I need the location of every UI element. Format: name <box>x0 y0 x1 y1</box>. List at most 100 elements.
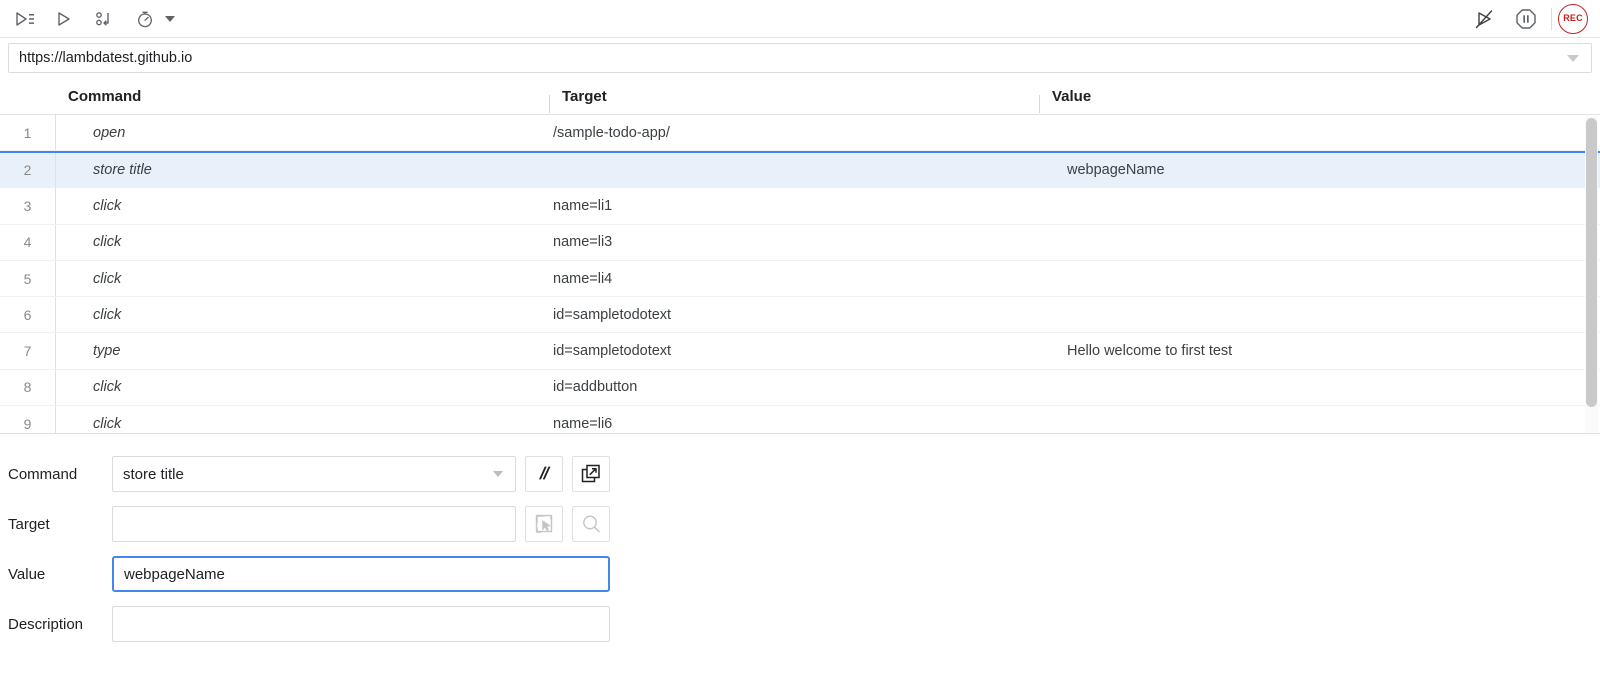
row-gutter-divider <box>55 153 56 188</box>
cell-target[interactable]: id=addbutton <box>549 379 1039 395</box>
base-url-input[interactable]: https://lambdatest.github.io <box>9 50 1567 66</box>
description-field-row: Description <box>0 606 1600 642</box>
value-field-row: Value <box>0 556 1600 592</box>
table-row[interactable]: 8 click id=addbutton <box>0 369 1600 407</box>
table-row[interactable]: 5 click name=li4 <box>0 260 1600 298</box>
step-icon <box>96 11 109 26</box>
external-link-icon <box>581 464 600 483</box>
cell-command[interactable]: open <box>55 125 549 141</box>
cell-target[interactable]: name=li6 <box>549 416 1039 432</box>
value-input[interactable] <box>112 556 610 592</box>
row-gutter-divider <box>55 188 56 224</box>
cell-value[interactable]: webpageName <box>1039 162 1600 178</box>
play-icon <box>58 11 70 26</box>
table-bottom-border <box>0 433 1600 434</box>
table-row[interactable]: 2 store title webpageName <box>0 151 1600 189</box>
record-button-label: REC <box>1563 13 1583 23</box>
command-label: Command <box>8 465 78 483</box>
row-number: 7 <box>23 343 32 360</box>
base-url-combobox[interactable]: https://lambdatest.github.io <box>8 43 1592 73</box>
cell-value[interactable]: Hello welcome to first test <box>1039 343 1600 359</box>
run-all-tests-button[interactable] <box>6 4 44 34</box>
row-gutter-divider <box>55 297 56 333</box>
row-number: 8 <box>23 379 32 396</box>
pause-button[interactable] <box>1507 4 1545 34</box>
command-field-row: Command store title // <box>0 456 1600 492</box>
step-over-button[interactable] <box>86 4 124 34</box>
table-row[interactable]: 3 click name=li1 <box>0 188 1600 225</box>
row-number: 1 <box>23 124 32 141</box>
cell-command[interactable]: click <box>55 379 549 395</box>
table-body: 1 open/sample-todo-app/2 store title webpag… <box>0 115 1600 434</box>
command-select[interactable]: store title <box>112 456 516 492</box>
chevron-down-icon[interactable] <box>165 15 175 22</box>
cell-command[interactable]: click <box>55 307 549 323</box>
command-select-value: store title <box>123 465 184 483</box>
cell-target[interactable]: name=li3 <box>549 234 1039 250</box>
table-row[interactable]: 6 click id=sampletodotext <box>0 297 1600 334</box>
open-command-reference-button[interactable] <box>572 456 610 492</box>
find-target-button[interactable] <box>572 506 610 542</box>
header-target-label: Target <box>562 88 607 105</box>
select-target-icon <box>535 514 553 533</box>
header-target[interactable]: Target <box>549 88 1039 113</box>
toggle-comment-button[interactable]: // <box>525 456 563 492</box>
cell-target[interactable]: name=li4 <box>549 271 1039 287</box>
table-row[interactable]: 4 click name=li3 <box>0 224 1600 261</box>
table-header-row: Command Target Value <box>0 80 1600 115</box>
cell-command[interactable]: store title <box>55 162 549 178</box>
row-number: 6 <box>23 306 32 323</box>
url-bar-container: https://lambdatest.github.io <box>0 38 1600 79</box>
cell-command[interactable]: click <box>55 234 549 250</box>
play-slash-icon <box>1475 9 1493 28</box>
header-value-label: Value <box>1052 88 1092 105</box>
test-command-table: Command Target Value 1 open/sample-todo-a… <box>0 79 1600 434</box>
cell-target[interactable]: id=sampletodotext <box>549 307 1039 323</box>
target-controls <box>112 506 610 542</box>
target-input[interactable] <box>112 506 516 542</box>
speed-timer-button[interactable] <box>126 4 164 34</box>
row-gutter-divider <box>55 224 56 260</box>
row-gutter-divider <box>55 260 56 297</box>
chevron-down-icon[interactable] <box>1567 54 1579 62</box>
row-gutter-divider <box>55 406 56 434</box>
command-editor-form: Command store title // Target Value webp… <box>0 434 1600 642</box>
row-number: 2 <box>23 162 32 179</box>
header-value[interactable]: Value <box>1039 88 1600 113</box>
main-toolbar: REC <box>0 0 1600 38</box>
record-button[interactable]: REC <box>1558 3 1588 34</box>
table-row[interactable]: 1 open/sample-todo-app/ <box>0 115 1600 152</box>
description-label: Description <box>8 615 84 633</box>
cell-target[interactable]: name=li1 <box>549 198 1039 214</box>
row-number: 5 <box>23 270 32 287</box>
row-number: 3 <box>23 197 32 214</box>
table-row[interactable]: 7 type id=sampletodotext Hello welcome to f… <box>0 333 1600 370</box>
row-gutter-divider <box>55 333 56 369</box>
search-icon <box>583 515 600 533</box>
execution-speed-control[interactable] <box>126 4 179 34</box>
play-list-icon <box>16 11 34 26</box>
header-command[interactable]: Command <box>55 88 549 106</box>
table-row[interactable]: 9 click name=li6 <box>0 406 1600 434</box>
column-divider-icon[interactable] <box>1039 95 1040 113</box>
value-controls <box>112 556 610 592</box>
row-gutter-divider <box>55 369 56 406</box>
column-divider-icon[interactable] <box>549 95 550 113</box>
value-label: Value <box>8 565 46 583</box>
row-gutter-divider <box>55 115 56 151</box>
disable-breakpoints-button[interactable] <box>1467 4 1505 34</box>
cell-target[interactable]: id=sampletodotext <box>549 343 1039 359</box>
cell-command[interactable]: type <box>55 343 549 359</box>
table-vertical-scrollbar[interactable] <box>1585 116 1598 433</box>
cell-command[interactable]: click <box>55 416 549 432</box>
row-number: 4 <box>23 234 32 251</box>
header-command-label: Command <box>68 88 142 105</box>
select-target-button[interactable] <box>525 506 563 542</box>
chevron-down-icon[interactable] <box>493 471 503 477</box>
scrollbar-thumb[interactable] <box>1586 118 1597 407</box>
cell-command[interactable]: click <box>55 198 549 214</box>
description-input[interactable] <box>112 606 610 642</box>
cell-target[interactable]: /sample-todo-app/ <box>549 125 1039 141</box>
run-current-test-button[interactable] <box>46 4 84 34</box>
cell-command[interactable]: click <box>55 271 549 287</box>
